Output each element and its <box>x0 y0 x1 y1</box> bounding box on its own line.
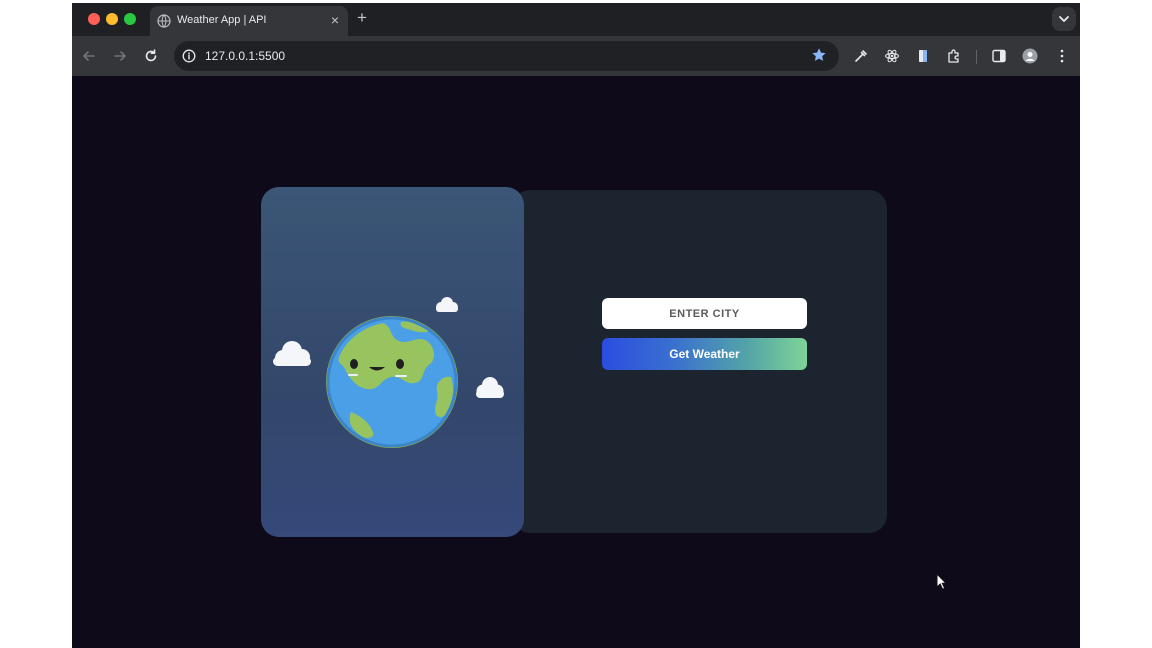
mouse-cursor-icon <box>936 573 948 590</box>
close-tab-icon[interactable]: × <box>331 12 339 28</box>
site-info-icon[interactable] <box>182 49 196 63</box>
illustration-panel <box>261 187 524 537</box>
close-window-button[interactable] <box>88 13 100 25</box>
back-icon[interactable] <box>80 47 98 65</box>
cloud-icon <box>476 377 504 398</box>
side-panel-icon[interactable] <box>991 48 1007 64</box>
browser-toolbar: 127.0.0.1:5500 <box>72 36 1080 76</box>
city-input[interactable] <box>602 298 807 329</box>
extensions-puzzle-icon[interactable] <box>946 48 962 64</box>
extension-doc-icon[interactable] <box>915 48 931 64</box>
tab-search-button[interactable] <box>1052 7 1076 31</box>
bookmark-star-icon[interactable] <box>811 47 827 63</box>
url-text: 127.0.0.1:5500 <box>205 49 286 63</box>
eyedropper-icon[interactable] <box>853 48 869 64</box>
browser-window: Weather App | API × + 127.0.0.1:5500 ENT… <box>72 3 1080 648</box>
react-devtools-icon[interactable] <box>884 48 900 64</box>
page-viewport: Get Weather <box>72 76 1080 648</box>
address-bar[interactable]: 127.0.0.1:5500 <box>174 41 839 71</box>
cloud-icon <box>436 297 458 312</box>
maximize-window-button[interactable] <box>124 13 136 25</box>
earth-illustration <box>273 297 504 448</box>
minimize-window-button[interactable] <box>106 13 118 25</box>
chevron-down-icon <box>1059 16 1069 22</box>
reload-icon[interactable] <box>142 47 160 65</box>
tab-title: Weather App | API <box>177 14 267 26</box>
browser-tab[interactable]: Weather App | API × <box>150 6 348 36</box>
toolbar-separator <box>976 50 977 64</box>
get-weather-button[interactable]: Get Weather <box>602 338 807 370</box>
forward-icon[interactable] <box>111 47 129 65</box>
new-tab-icon[interactable]: + <box>357 9 367 27</box>
profile-avatar-icon[interactable] <box>1022 48 1038 64</box>
tab-strip: Weather App | API × + <box>72 3 1080 36</box>
more-menu-icon[interactable] <box>1054 48 1070 64</box>
globe-icon <box>157 14 171 28</box>
cloud-icon <box>273 341 311 366</box>
